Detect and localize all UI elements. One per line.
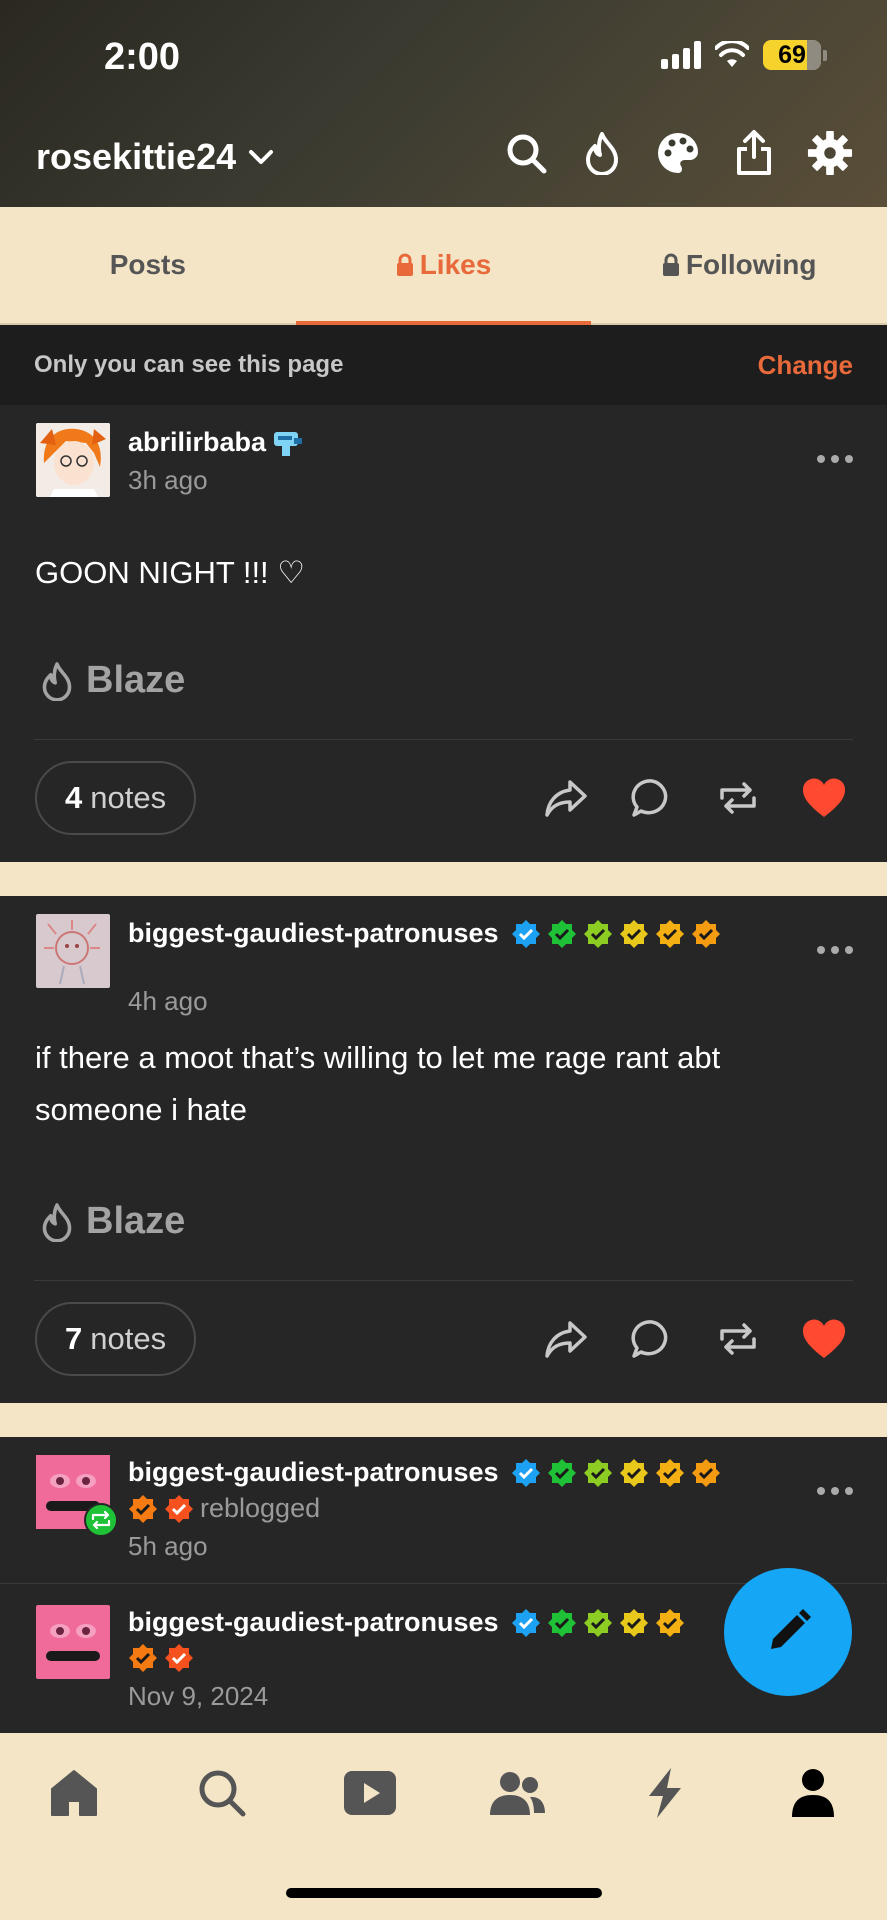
notes-button[interactable]: 4 notes [35, 761, 197, 835]
privacy-notice: Only you can see this page Change [0, 325, 887, 405]
verified-badge-icon [511, 1608, 540, 1637]
like-icon[interactable] [801, 775, 847, 821]
blog-switcher[interactable]: rosekittie24 [36, 136, 274, 178]
verified-badge-icon [619, 1608, 648, 1637]
verified-badge-icon [583, 1608, 612, 1637]
video-icon[interactable] [340, 1763, 400, 1823]
badge-row [511, 1458, 721, 1488]
privacy-message: Only you can see this page [34, 351, 344, 378]
lock-icon [396, 253, 413, 276]
change-privacy-button[interactable]: Change [758, 350, 853, 381]
post-card: abrilirbaba 3h ago GOON NIGHT !!! ♡ Blaz… [0, 405, 887, 862]
post-time: 3h ago [128, 465, 208, 495]
more-options-icon[interactable] [817, 455, 853, 463]
blog-name: rosekittie24 [36, 136, 237, 177]
status-icons: 69 [661, 40, 827, 70]
battery-level: 69 [778, 41, 806, 69]
signal-icon [661, 41, 701, 69]
account-icon[interactable] [783, 1763, 843, 1823]
battery-icon: 69 [763, 40, 827, 70]
post-text: if there a moot that’s willing to let me… [35, 1040, 721, 1127]
verified-badge-icon [583, 919, 612, 948]
like-icon[interactable] [801, 1316, 847, 1362]
blaze-button[interactable]: Blaze [40, 1200, 185, 1243]
post-author[interactable]: biggest-gaudiest-patronuses [128, 1457, 721, 1488]
avatar[interactable] [36, 914, 110, 988]
verified-badge-icon [619, 919, 648, 948]
verified-badge-icon [583, 1458, 612, 1487]
verified-badge-icon [655, 919, 684, 948]
verified-badge-icon [547, 1458, 576, 1487]
more-options-icon[interactable] [817, 1487, 853, 1495]
post-card: biggest-gaudiest-patronuses 4h ago if th… [0, 896, 887, 1403]
reblogged-label: reblogged [200, 1493, 321, 1523]
avatar[interactable] [36, 423, 110, 497]
chevron-down-icon [249, 150, 274, 164]
sticker-icon [274, 431, 303, 456]
lock-icon [662, 253, 679, 276]
badge-row [511, 919, 721, 949]
palette-icon[interactable] [655, 130, 701, 176]
post-text: GOON NIGHT !!! ♡ [35, 555, 306, 590]
blaze-button[interactable]: Blaze [40, 659, 185, 702]
verified-badge-icon [547, 919, 576, 948]
verified-badge-icon [547, 1608, 576, 1637]
home-indicator [286, 1888, 602, 1898]
reblog-line: reblogged [128, 1493, 320, 1524]
wifi-icon [715, 41, 749, 67]
reblog-icon[interactable] [715, 1316, 761, 1362]
home-icon[interactable] [44, 1763, 104, 1823]
verified-badge-icon [165, 1494, 193, 1523]
verified-badge-icon [129, 1644, 157, 1672]
verified-badge-icon [511, 1458, 540, 1487]
comment-icon[interactable] [629, 775, 675, 821]
post-author[interactable]: abrilirbaba [128, 427, 304, 458]
verified-badge-icon [129, 1494, 157, 1523]
share-arrow-icon[interactable] [543, 775, 589, 821]
post-time: Nov 9, 2024 [128, 1681, 269, 1711]
search-icon[interactable] [503, 130, 549, 176]
share-icon[interactable] [731, 130, 777, 176]
post-time: 5h ago [128, 1531, 208, 1561]
verified-badge-icon [691, 919, 720, 948]
tab-following[interactable]: Following [591, 207, 887, 323]
comment-icon[interactable] [629, 1316, 675, 1362]
share-arrow-icon[interactable] [543, 1316, 589, 1362]
compose-button[interactable] [724, 1568, 852, 1696]
profile-tabs: Posts Likes Following [0, 207, 887, 325]
fire-icon [42, 661, 72, 701]
avatar[interactable] [36, 1605, 110, 1679]
more-options-icon[interactable] [817, 946, 853, 954]
tab-posts[interactable]: Posts [0, 207, 296, 323]
trail-author[interactable]: biggest-gaudiest-patronuses [128, 1607, 685, 1638]
post-author[interactable]: biggest-gaudiest-patronuses [128, 918, 721, 949]
badge-row-2 [128, 1643, 194, 1673]
gear-icon[interactable] [807, 130, 853, 176]
tab-likes[interactable]: Likes [295, 207, 592, 325]
pencil-icon [771, 1609, 811, 1649]
reblog-badge-icon [84, 1503, 118, 1537]
verified-badge-icon [511, 919, 540, 948]
communities-icon[interactable] [487, 1763, 547, 1823]
verified-badge-icon [655, 1458, 684, 1487]
reblog-icon[interactable] [715, 775, 761, 821]
notes-button[interactable]: 7 notes [35, 1302, 197, 1376]
verified-badge-icon [691, 1458, 720, 1487]
activity-icon[interactable] [635, 1763, 695, 1823]
avatar[interactable] [36, 1455, 118, 1537]
explore-icon[interactable] [192, 1763, 252, 1823]
badge-row [511, 1608, 685, 1638]
post-time: 4h ago [128, 986, 208, 1016]
verified-badge-icon [655, 1608, 684, 1637]
verified-badge-icon [619, 1458, 648, 1487]
divider [34, 739, 853, 740]
status-time: 2:00 [104, 36, 181, 78]
verified-badge-icon [165, 1644, 193, 1672]
divider [34, 1280, 853, 1281]
fire-icon[interactable] [579, 130, 625, 176]
header: 2:00 69 rosekittie24 [0, 0, 887, 207]
fire-icon [42, 1202, 72, 1242]
